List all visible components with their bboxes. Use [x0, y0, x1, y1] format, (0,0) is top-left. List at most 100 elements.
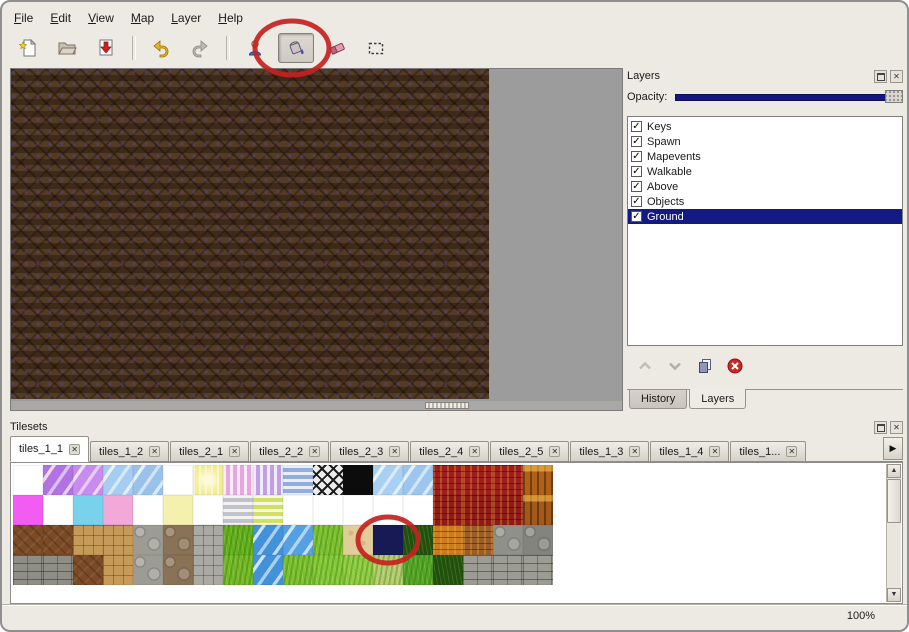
palette-tile-r0-c9[interactable] — [283, 465, 313, 495]
character-tool-button[interactable] — [239, 33, 271, 63]
tileset-tab-tiles-1-4[interactable]: tiles_1_4✕ — [650, 441, 729, 462]
palette-tile-r3-c4[interactable] — [133, 555, 163, 585]
new-button[interactable] — [12, 33, 44, 63]
undo-button[interactable] — [145, 33, 177, 63]
panel-tab-layers[interactable]: Layers — [689, 389, 746, 409]
palette-tile-r2-c1[interactable] — [43, 525, 73, 555]
close-panel-icon[interactable]: ✕ — [890, 70, 903, 83]
opacity-slider-track[interactable] — [675, 94, 901, 101]
palette-tile-r1-c4[interactable] — [133, 495, 163, 525]
palette-tile-r0-c14[interactable] — [433, 465, 463, 495]
palette-tile-r0-c3[interactable] — [103, 465, 133, 495]
fill-tool-button[interactable] — [278, 33, 314, 63]
palette-tile-r3-c0[interactable] — [13, 555, 43, 585]
lower-layer-button[interactable] — [665, 356, 685, 376]
palette-tile-r0-c6[interactable] — [193, 465, 223, 495]
palette-tile-r1-c15[interactable] — [463, 495, 493, 525]
menu-item-layer[interactable]: Layer — [171, 11, 201, 25]
palette-tile-r1-c12[interactable] — [373, 495, 403, 525]
tileset-tab-tiles-2-3[interactable]: tiles_2_3✕ — [330, 441, 409, 462]
palette-tile-r3-c11[interactable] — [343, 555, 373, 585]
palette-tile-r0-c11[interactable] — [343, 465, 373, 495]
palette-tile-r0-c7[interactable] — [223, 465, 253, 495]
tab-close-icon[interactable]: ✕ — [469, 446, 480, 457]
tab-close-icon[interactable]: ✕ — [709, 446, 720, 457]
tab-close-icon[interactable]: ✕ — [69, 444, 80, 455]
palette-tile-r1-c16[interactable] — [493, 495, 523, 525]
palette-tile-r3-c2[interactable] — [73, 555, 103, 585]
vertical-scrollbar-thumb[interactable] — [887, 479, 901, 523]
duplicate-layer-button[interactable] — [695, 356, 715, 376]
palette-tile-r0-c13[interactable] — [403, 465, 433, 495]
canvas-horizontal-scrollbar[interactable] — [11, 401, 622, 410]
palette-tile-r2-c2[interactable] — [73, 525, 103, 555]
palette-tile-r2-c4[interactable] — [133, 525, 163, 555]
palette-tile-r0-c2[interactable] — [73, 465, 103, 495]
tileset-tab-tiles-2-1[interactable]: tiles_2_1✕ — [170, 441, 249, 462]
menu-item-view[interactable]: View — [88, 11, 114, 25]
palette-tile-r2-c6[interactable] — [193, 525, 223, 555]
layer-visibility-checkbox[interactable]: ✓ — [631, 151, 642, 162]
palette-tile-r0-c8[interactable] — [253, 465, 283, 495]
palette-tile-r2-c8[interactable] — [253, 525, 283, 555]
tileset-tab-tiles-2-2[interactable]: tiles_2_2✕ — [250, 441, 329, 462]
tab-close-icon[interactable]: ✕ — [309, 446, 320, 457]
tileset-tab-tiles-1-2[interactable]: tiles_1_2✕ — [90, 441, 169, 462]
layer-row-objects[interactable]: ✓Objects — [628, 194, 902, 209]
tileset-tab-tiles-1-[interactable]: tiles_1...✕ — [730, 441, 806, 462]
float-panel-icon[interactable] — [874, 70, 887, 83]
eraser-tool-button[interactable] — [321, 33, 353, 63]
tab-close-icon[interactable]: ✕ — [549, 446, 560, 457]
layer-visibility-checkbox[interactable]: ✓ — [631, 211, 642, 222]
palette-tile-r3-c17[interactable] — [523, 555, 553, 585]
palette-tile-r1-c2[interactable] — [73, 495, 103, 525]
layer-row-ground[interactable]: ✓Ground — [628, 209, 902, 224]
palette-tile-r3-c16[interactable] — [493, 555, 523, 585]
palette-tile-r1-c9[interactable] — [283, 495, 313, 525]
palette-tile-r0-c17[interactable] — [523, 465, 553, 495]
layer-visibility-checkbox[interactable]: ✓ — [631, 121, 642, 132]
scroll-up-icon[interactable]: ▲ — [887, 464, 901, 478]
float-panel-icon[interactable] — [874, 421, 887, 434]
palette-tile-r2-c0[interactable] — [13, 525, 43, 555]
palette-tile-r1-c11[interactable] — [343, 495, 373, 525]
palette-tile-r3-c5[interactable] — [163, 555, 193, 585]
tileset-tab-tiles-2-5[interactable]: tiles_2_5✕ — [490, 441, 569, 462]
opacity-slider-handle[interactable] — [885, 90, 903, 103]
palette-tile-r2-c12[interactable] — [373, 525, 403, 555]
palette-tile-r2-c17[interactable] — [523, 525, 553, 555]
palette-tile-r0-c10[interactable] — [313, 465, 343, 495]
layer-visibility-checkbox[interactable]: ✓ — [631, 136, 642, 147]
tab-close-icon[interactable]: ✕ — [786, 446, 797, 457]
palette-tile-r1-c6[interactable] — [193, 495, 223, 525]
delete-layer-button[interactable] — [725, 356, 745, 376]
palette-tile-r1-c7[interactable] — [223, 495, 253, 525]
open-button[interactable] — [51, 33, 83, 63]
palette-tile-r3-c3[interactable] — [103, 555, 133, 585]
panel-tab-history[interactable]: History — [629, 390, 687, 409]
palette-tile-r1-c8[interactable] — [253, 495, 283, 525]
palette-tile-r3-c13[interactable] — [403, 555, 433, 585]
layer-row-walkable[interactable]: ✓Walkable — [628, 164, 902, 179]
palette-tile-r0-c16[interactable] — [493, 465, 523, 495]
palette-tile-r0-c0[interactable] — [13, 465, 43, 495]
palette-tile-r0-c1[interactable] — [43, 465, 73, 495]
tab-close-icon[interactable]: ✕ — [389, 446, 400, 457]
palette-tile-r2-c13[interactable] — [403, 525, 433, 555]
layer-row-above[interactable]: ✓Above — [628, 179, 902, 194]
horizontal-scrollbar-thumb[interactable] — [425, 402, 469, 409]
palette-tile-r1-c10[interactable] — [313, 495, 343, 525]
layer-row-spawn[interactable]: ✓Spawn — [628, 134, 902, 149]
palette-tile-r2-c14[interactable] — [433, 525, 463, 555]
palette-tile-r2-c9[interactable] — [283, 525, 313, 555]
tileset-tab-tiles-2-4[interactable]: tiles_2_4✕ — [410, 441, 489, 462]
menu-item-map[interactable]: Map — [131, 11, 154, 25]
palette-tile-r3-c12[interactable] — [373, 555, 403, 585]
menu-item-file[interactable]: File — [14, 11, 33, 25]
palette-tile-r2-c3[interactable] — [103, 525, 133, 555]
palette-tile-r2-c7[interactable] — [223, 525, 253, 555]
palette-tile-r3-c1[interactable] — [43, 555, 73, 585]
palette-tile-r2-c16[interactable] — [493, 525, 523, 555]
palette-tile-r1-c17[interactable] — [523, 495, 553, 525]
redo-button[interactable] — [184, 33, 216, 63]
